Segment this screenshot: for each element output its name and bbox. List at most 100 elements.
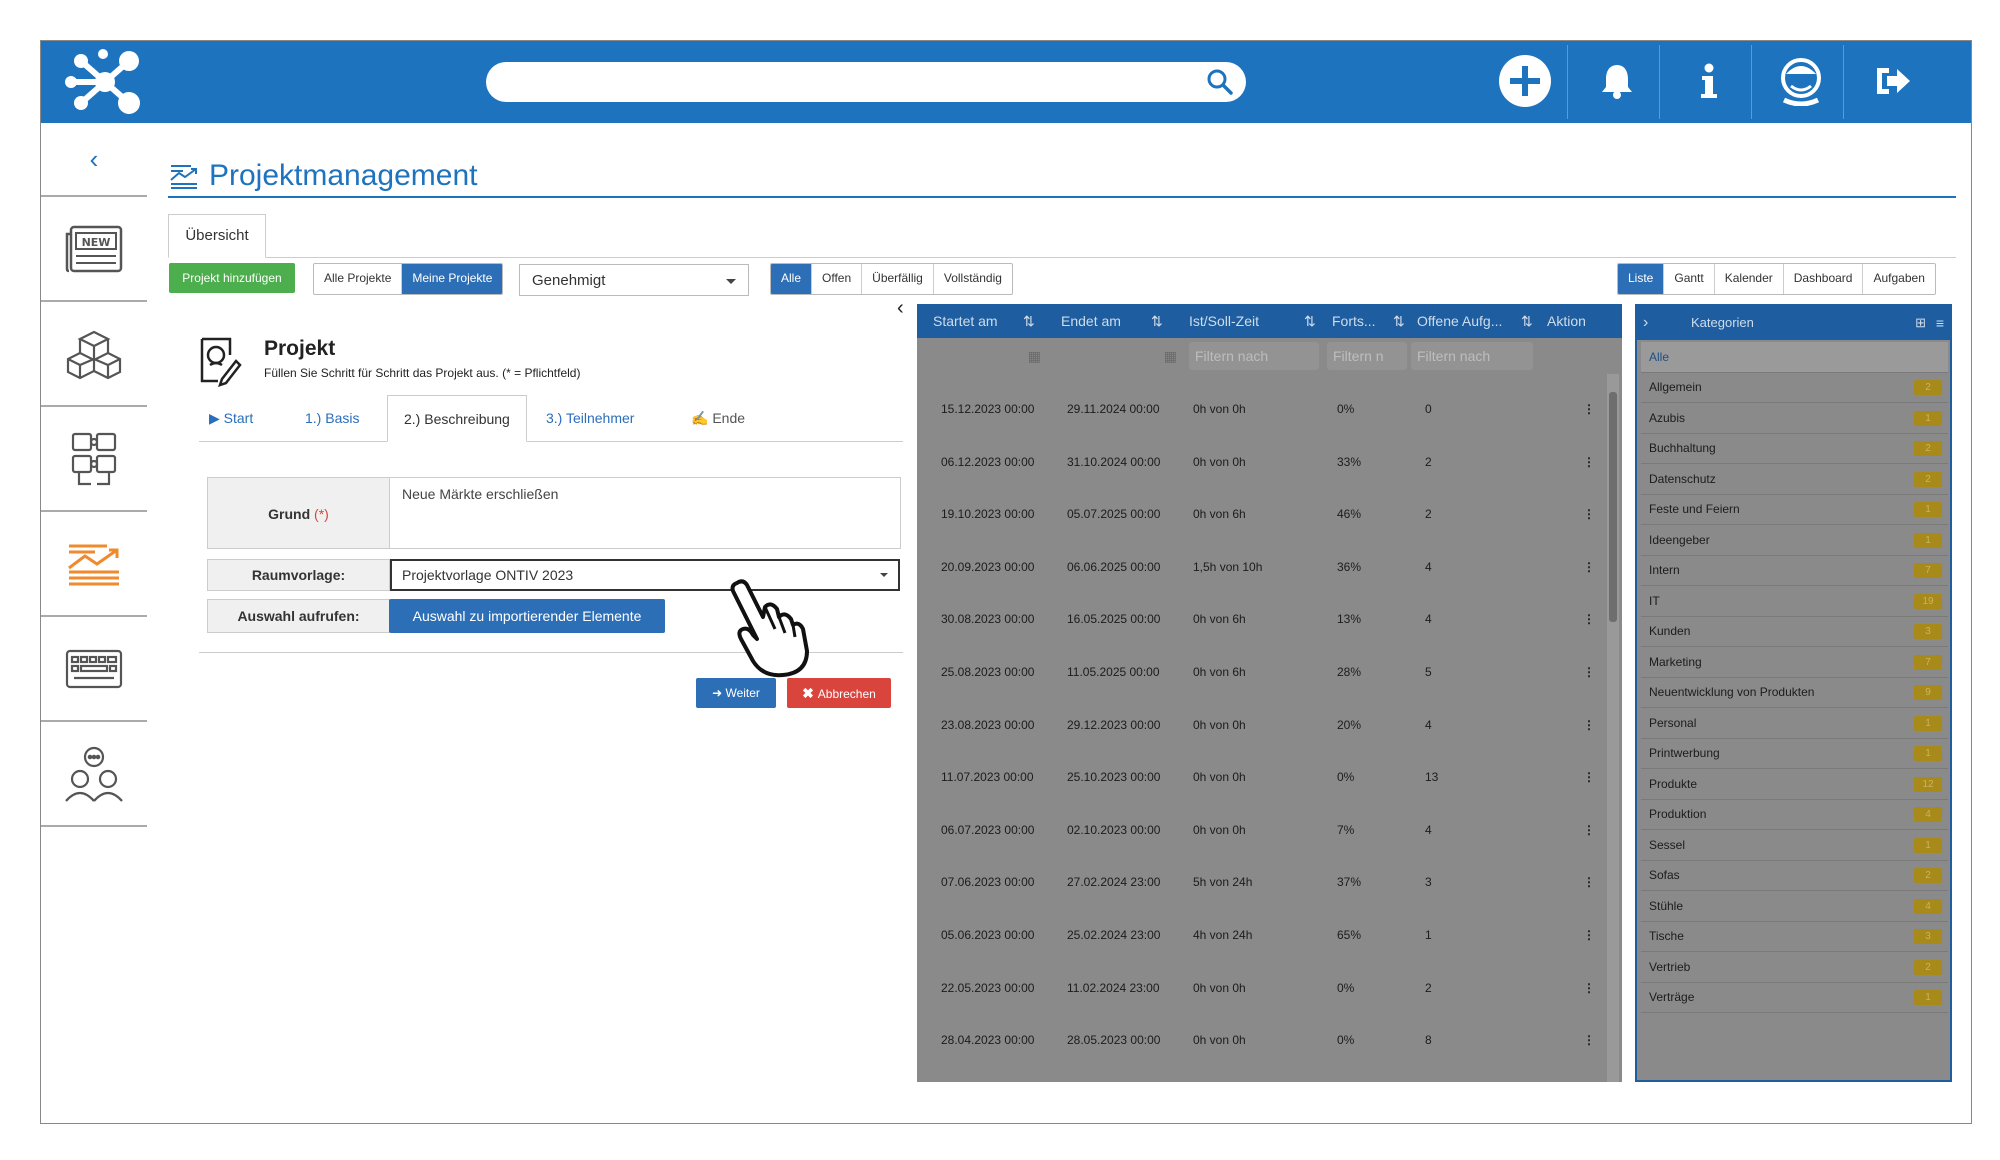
category-item[interactable]: Marketing 7	[1641, 647, 1948, 678]
category-item[interactable]: Personal 1	[1641, 708, 1948, 739]
import-selection-button[interactable]: Auswahl zu importierender Elemente	[389, 599, 665, 633]
wizard-step-basis[interactable]: 1.) Basis	[305, 395, 359, 441]
view-gantt-button[interactable]: Gantt	[1664, 264, 1715, 294]
row-action-menu-icon[interactable]: ⋮	[1583, 962, 1595, 1014]
start-date-filter[interactable]: ▦	[925, 342, 1045, 370]
calendar-icon[interactable]: ▦	[1028, 342, 1041, 370]
category-item[interactable]: Printwerbung 1	[1641, 738, 1948, 769]
category-item[interactable]: Datenschutz 2	[1641, 464, 1948, 495]
category-item[interactable]: Produktion 4	[1641, 799, 1948, 830]
category-item[interactable]: Allgemein 2	[1641, 372, 1948, 403]
tab-overview[interactable]: Übersicht	[168, 214, 266, 258]
column-progress[interactable]: Forts...	[1332, 304, 1376, 338]
table-row[interactable]: 06.12.2023 00:00 31.10.2024 00:00 0h von 0…	[917, 436, 1607, 488]
table-row[interactable]: 25.08.2023 00:00 11.05.2025 00:00 0h von 6…	[917, 646, 1607, 698]
filter-all-button[interactable]: Alle	[771, 264, 813, 294]
row-action-menu-icon[interactable]: ⋮	[1583, 541, 1595, 593]
bell-icon[interactable]	[1587, 51, 1647, 111]
column-end[interactable]: Endet am	[1061, 304, 1121, 338]
table-row[interactable]: 06.07.2023 00:00 02.10.2023 00:00 0h von 0…	[917, 804, 1607, 856]
row-action-menu-icon[interactable]: ⋮	[1583, 751, 1595, 803]
category-item[interactable]: IT 19	[1641, 586, 1948, 617]
category-item[interactable]: Feste und Feiern 1	[1641, 494, 1948, 525]
row-action-menu-icon[interactable]: ⋮	[1583, 646, 1595, 698]
end-date-filter[interactable]: ▦	[1053, 342, 1181, 370]
scrollbar-thumb[interactable]	[1609, 392, 1617, 622]
sidebar-item-projektmanagement[interactable]	[41, 512, 147, 617]
grid-scrollbar[interactable]	[1607, 374, 1619, 1082]
grund-textarea[interactable]: Neue Märkte erschließen	[389, 477, 901, 549]
row-action-menu-icon[interactable]: ⋮	[1583, 804, 1595, 856]
category-item[interactable]: Kunden 3	[1641, 616, 1948, 647]
column-start[interactable]: Startet am	[933, 304, 998, 338]
category-item[interactable]: Verträge 1	[1641, 982, 1948, 1013]
tree-icon[interactable]: ⊞	[1915, 306, 1926, 340]
sidebar-item-chat[interactable]	[41, 722, 147, 827]
row-action-menu-icon[interactable]: ⋮	[1583, 436, 1595, 488]
sort-icon[interactable]: ⇅	[1023, 304, 1035, 338]
column-time[interactable]: Ist/Soll-Zeit	[1189, 304, 1259, 338]
category-item[interactable]: Neuentwicklung von Produkten 9	[1641, 677, 1948, 708]
info-icon[interactable]	[1679, 51, 1739, 111]
calendar-icon[interactable]: ▦	[1164, 342, 1177, 370]
view-calendar-button[interactable]: Kalender	[1715, 264, 1784, 294]
category-item[interactable]: Vertrieb 2	[1641, 952, 1948, 983]
global-search-input[interactable]	[486, 62, 1246, 102]
table-row[interactable]: 23.08.2023 00:00 29.12.2023 00:00 0h von 0…	[917, 699, 1607, 751]
table-row[interactable]: 30.08.2023 00:00 16.05.2025 00:00 0h von 6…	[917, 593, 1607, 645]
filter-open-button[interactable]: Offen	[812, 264, 863, 294]
sort-icon[interactable]: ⇅	[1393, 304, 1405, 338]
filter-overdue-button[interactable]: Überfällig	[862, 264, 934, 294]
sidebar-item-news[interactable]: NEW	[41, 197, 147, 302]
view-list-button[interactable]: Liste	[1618, 264, 1665, 294]
wizard-step-ende[interactable]: ✍ Ende	[691, 395, 745, 441]
row-action-menu-icon[interactable]: ⋮	[1583, 488, 1595, 540]
sidebar-item-boxes[interactable]	[41, 302, 147, 407]
table-row[interactable]: 20.09.2023 00:00 06.06.2025 00:00 1,5h von…	[917, 541, 1607, 593]
scope-my-projects-button[interactable]: Meine Projekte	[402, 264, 503, 294]
wizard-step-teilnehmer[interactable]: 3.) Teilnehmer	[546, 395, 634, 441]
table-row[interactable]: 07.06.2023 00:00 27.02.2024 23:00 5h von 2…	[917, 856, 1607, 908]
logout-icon[interactable]	[1863, 51, 1923, 111]
next-button[interactable]: ➜ Weiter	[696, 678, 776, 708]
table-row[interactable]: 28.04.2023 00:00 28.05.2023 00:00 0h von 0…	[917, 1014, 1607, 1066]
row-action-menu-icon[interactable]: ⋮	[1583, 1014, 1595, 1066]
category-item[interactable]: Sofas 2	[1641, 860, 1948, 891]
add-project-button[interactable]: Projekt hinzufügen	[169, 263, 295, 293]
progress-filter-input[interactable]: Filtern n	[1327, 342, 1407, 370]
row-action-menu-icon[interactable]: ⋮	[1583, 593, 1595, 645]
row-action-menu-icon[interactable]: ⋮	[1583, 383, 1595, 435]
table-row[interactable]: 15.12.2023 00:00 29.11.2024 00:00 0h von 0…	[917, 383, 1607, 435]
sidebar-item-knowledge[interactable]	[41, 407, 147, 512]
user-avatar-icon[interactable]	[1771, 51, 1831, 111]
table-row[interactable]: 22.05.2023 00:00 11.02.2024 23:00 0h von 0…	[917, 962, 1607, 1014]
wizard-step-beschreibung[interactable]: 2.) Beschreibung	[387, 395, 527, 442]
table-row[interactable]: 05.06.2023 00:00 25.02.2024 23:00 4h von 2…	[917, 909, 1607, 961]
scope-all-projects-button[interactable]: Alle Projekte	[314, 264, 403, 294]
sort-icon[interactable]: ⇅	[1304, 304, 1316, 338]
filter-complete-button[interactable]: Vollständig	[934, 264, 1012, 294]
category-item[interactable]: Sessel 1	[1641, 830, 1948, 861]
add-icon[interactable]	[1495, 51, 1555, 111]
table-row[interactable]: 19.10.2023 00:00 05.07.2025 00:00 0h von 6…	[917, 488, 1607, 540]
category-item[interactable]: Produkte 12	[1641, 769, 1948, 800]
open-tasks-filter-input[interactable]: Filtern nach	[1411, 342, 1533, 370]
category-item[interactable]: Tische 3	[1641, 921, 1948, 952]
category-item[interactable]: Azubis 1	[1641, 403, 1948, 434]
row-action-menu-icon[interactable]: ⋮	[1583, 909, 1595, 961]
wizard-step-start[interactable]: ▶ Start	[209, 395, 253, 441]
status-select[interactable]: Genehmigt	[519, 264, 749, 296]
category-item[interactable]: Buchhaltung 2	[1641, 433, 1948, 464]
sort-icon[interactable]: ⇅	[1151, 304, 1163, 338]
cancel-button[interactable]: ✖ Abbrechen	[787, 678, 891, 708]
time-filter-input[interactable]: Filtern nach	[1189, 342, 1319, 370]
row-action-menu-icon[interactable]: ⋮	[1583, 699, 1595, 751]
list-icon[interactable]: ≡	[1936, 306, 1944, 340]
raumvorlage-select[interactable]: Projektvorlage ONTIV 2023	[390, 559, 900, 591]
view-dashboard-button[interactable]: Dashboard	[1784, 264, 1864, 294]
sort-icon[interactable]: ⇅	[1521, 304, 1533, 338]
chevron-right-icon[interactable]: ›	[1643, 306, 1648, 340]
category-item-all[interactable]: Alle	[1641, 342, 1948, 373]
category-item[interactable]: Intern 7	[1641, 555, 1948, 586]
collapse-panel-button[interactable]: ‹	[897, 297, 904, 320]
